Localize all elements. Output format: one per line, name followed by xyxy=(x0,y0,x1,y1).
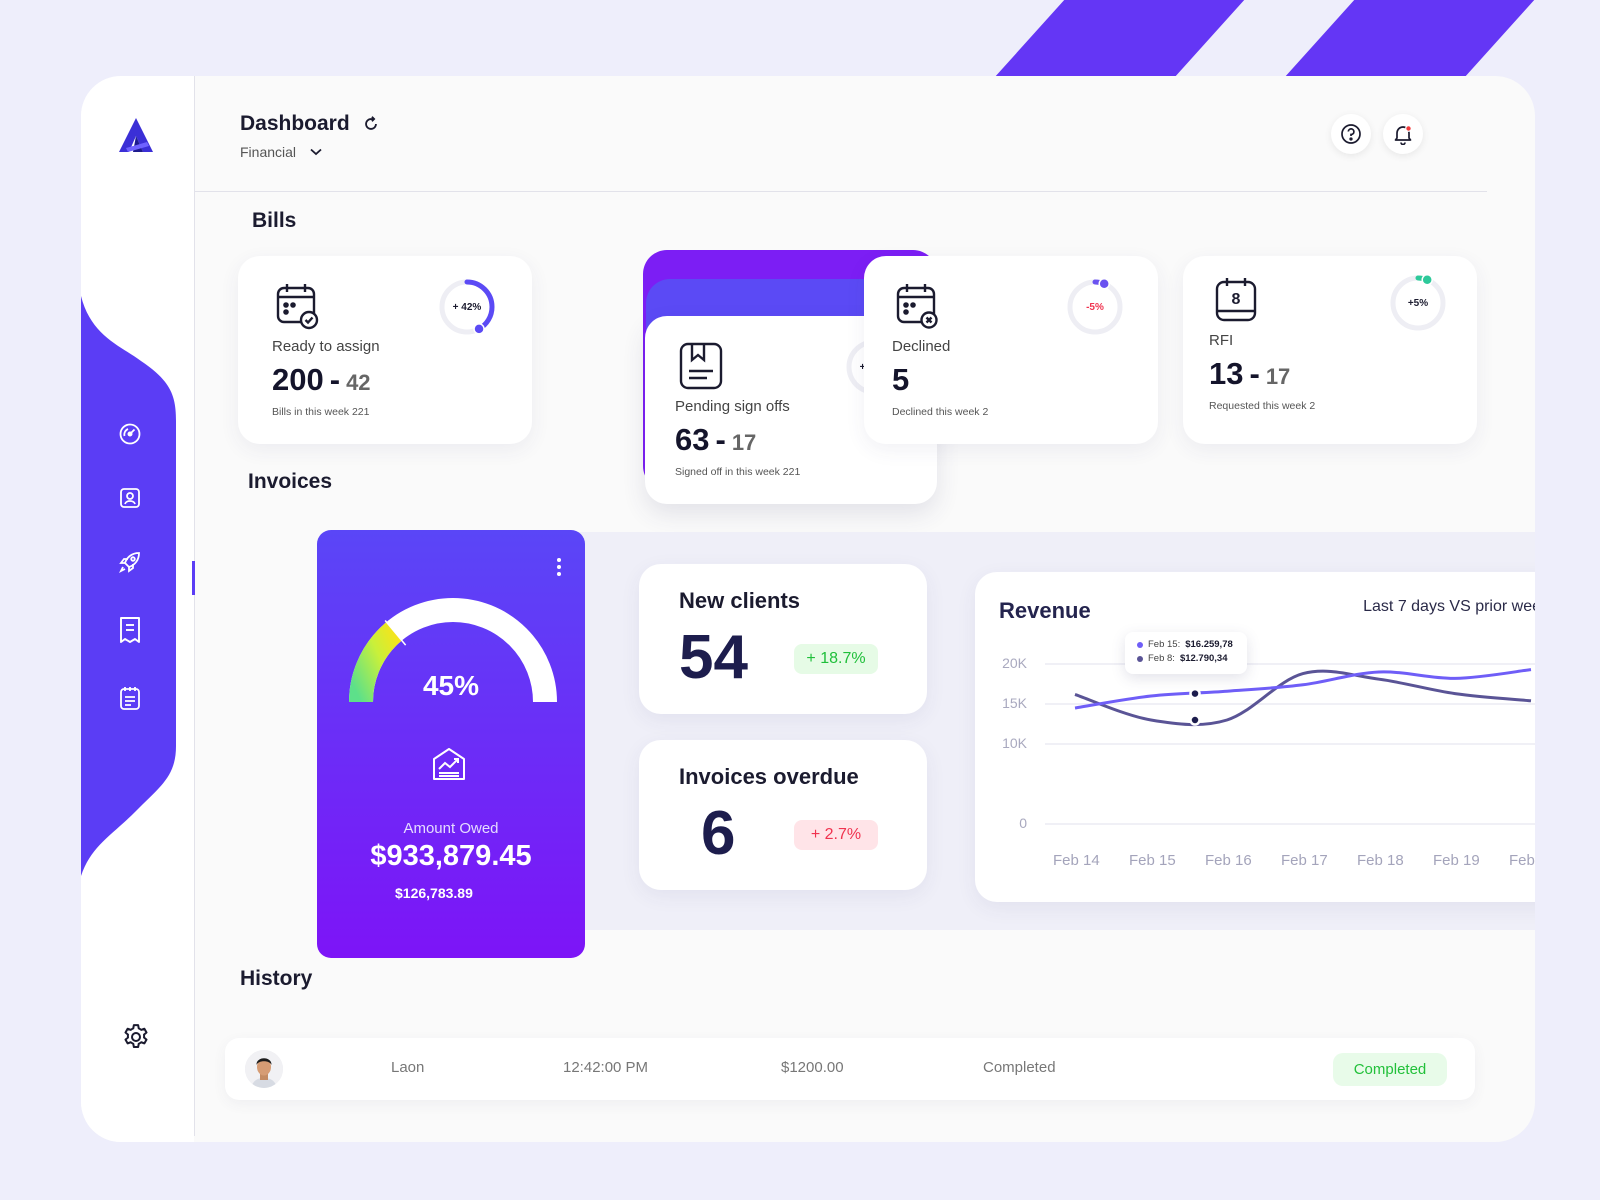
owed-percentage: 45% xyxy=(422,670,480,701)
notification-button[interactable] xyxy=(1383,114,1423,154)
bill-value-separator: - xyxy=(329,362,341,397)
tooltip-row: Feb 15: $16.259,78 xyxy=(1137,639,1247,650)
bill-value-separator: - xyxy=(1249,356,1260,391)
bill-label: Declined xyxy=(892,338,951,355)
invoices-section-title: Invoices xyxy=(248,470,333,493)
bill-label: RFI xyxy=(1209,332,1234,349)
tooltip-label: Feb 8: xyxy=(1148,653,1175,664)
bill-value: 200-42 xyxy=(272,362,371,398)
history-time: 12:42:00 PM xyxy=(563,1059,649,1076)
refresh-icon[interactable] xyxy=(362,115,380,133)
bill-secondary-value: 17 xyxy=(1265,364,1291,389)
tooltip-value: $12.790,34 xyxy=(1179,653,1228,664)
gear-icon[interactable] xyxy=(121,1022,151,1057)
notepad-icon[interactable] xyxy=(117,685,143,711)
help-icon xyxy=(1341,124,1361,144)
bill-label: Pending sign offs xyxy=(675,398,790,415)
bill-subtext: Declined this week 2 xyxy=(892,406,989,418)
sidebar xyxy=(81,76,194,1142)
revenue-chart-card[interactable]: Revenue Last 7 days VS prior week 20K 15K… xyxy=(975,572,1535,902)
tooltip-value: $16.259,78 xyxy=(1185,639,1233,650)
page-title-text: Dashboard xyxy=(240,112,350,135)
status-badge: Completed xyxy=(1333,1053,1447,1086)
bill-primary-value: 13 xyxy=(1209,356,1244,391)
stat-title: New clients xyxy=(679,588,801,613)
bill-subtext: Requested this week 2 xyxy=(1209,400,1316,412)
invoices-overdue-card[interactable]: Invoices overdue 6 + 2.7% xyxy=(639,740,927,890)
series-line-feb-15 xyxy=(1074,668,1532,710)
amount-owed-card[interactable]: 45% Amount Owed $933,879.45 $126,783.89 xyxy=(317,530,585,958)
history-name: Laon xyxy=(391,1059,425,1076)
contact-icon[interactable] xyxy=(117,485,143,511)
bill-change-label: +5% xyxy=(1407,297,1429,309)
stat-title: Invoices overdue xyxy=(679,764,859,789)
tooltip-label: Feb 15: xyxy=(1148,639,1181,650)
owed-label: Amount Owed xyxy=(403,820,499,837)
bill-primary-value: 200 xyxy=(272,362,324,397)
history-amount: $1200.00 xyxy=(781,1059,844,1076)
bill-card-declined[interactable]: -5% Declined 5 Declined this week 2 xyxy=(864,256,1158,444)
background-stripe xyxy=(1285,0,1535,76)
main-content: Dashboard Financial Bills + 42% Ready to… xyxy=(195,76,1535,1142)
sidebar-nav-background xyxy=(81,296,176,876)
chart-tooltip: Feb 15: $16.259,78 Feb 8: $12.790,34 xyxy=(1125,632,1247,674)
bill-subtext: Bills in this week 221 xyxy=(272,406,370,418)
chart-report-icon xyxy=(431,746,467,787)
dashboard-selector-label: Financial xyxy=(240,144,297,160)
background-stripe xyxy=(995,0,1245,76)
stat-value: 6 xyxy=(701,799,736,868)
logo-a-icon[interactable] xyxy=(117,116,155,159)
bill-card-rfi[interactable]: 8 +5% RFI 13-17 Requested this week 2 xyxy=(1183,256,1477,444)
owed-amount: $933,879.45 xyxy=(370,840,532,872)
bill-primary-value: 63 xyxy=(675,422,710,457)
bill-subtext: Signed off in this week 221 xyxy=(675,466,801,478)
stat-change-badge: + 18.7% xyxy=(794,644,878,674)
bill-value-separator: - xyxy=(715,422,726,457)
history-status: Completed xyxy=(983,1059,1056,1076)
calendar-number-icon: 8 xyxy=(1215,276,1259,329)
rocket-icon[interactable] xyxy=(117,549,143,575)
app-window: Dashboard Financial Bills + 42% Ready to… xyxy=(81,76,1535,1142)
bill-value: 13-17 xyxy=(1209,356,1290,392)
calendar-x-icon xyxy=(896,282,940,335)
history-section-title: History xyxy=(240,967,313,990)
series-dot xyxy=(1137,655,1143,662)
owed-sub-amount: $126,783.89 xyxy=(395,885,473,901)
revenue-plot xyxy=(1045,663,1535,825)
rfi-icon-number: 8 xyxy=(1232,291,1241,308)
dashboard-selector[interactable]: Financial xyxy=(240,144,322,160)
bill-value: 63-17 xyxy=(675,422,756,458)
bill-label: Ready to assign xyxy=(272,338,380,355)
receipt-icon[interactable] xyxy=(117,617,143,643)
bill-primary-value: 5 xyxy=(892,362,910,397)
bill-secondary-value: 17 xyxy=(731,430,757,455)
help-button[interactable] xyxy=(1331,114,1371,154)
bill-change-label: + 42% xyxy=(452,301,482,313)
header-divider xyxy=(195,191,1487,192)
bill-secondary-value: 42 xyxy=(346,370,371,395)
data-point-marker[interactable] xyxy=(1189,714,1201,726)
bill-change-label: -5% xyxy=(1086,301,1104,313)
new-clients-card[interactable]: New clients 54 + 18.7% xyxy=(639,564,927,714)
series-dot xyxy=(1137,641,1143,648)
bills-section-title: Bills xyxy=(252,209,297,232)
bill-value: 5 xyxy=(892,362,909,398)
speedometer-icon[interactable] xyxy=(117,421,143,447)
calendar-check-icon xyxy=(276,282,320,335)
bill-card-ready-to-assign[interactable]: + 42% Ready to assign 200-42 Bills in th… xyxy=(238,256,532,444)
stat-value: 54 xyxy=(679,623,748,692)
history-avatar xyxy=(245,1050,283,1088)
signed-document-icon xyxy=(679,342,723,395)
chevron-down-icon xyxy=(310,148,322,156)
more-options-icon[interactable] xyxy=(557,558,561,579)
data-point-marker[interactable] xyxy=(1189,687,1201,700)
history-row[interactable]: Laon 12:42:00 PM $1200.00 Completed Comp… xyxy=(225,1038,1475,1100)
page-title: Dashboard xyxy=(240,112,380,136)
stat-change-badge: + 2.7% xyxy=(794,820,878,850)
tooltip-row: Feb 8: $12.790,34 xyxy=(1137,653,1247,664)
bell-icon xyxy=(1394,125,1412,145)
